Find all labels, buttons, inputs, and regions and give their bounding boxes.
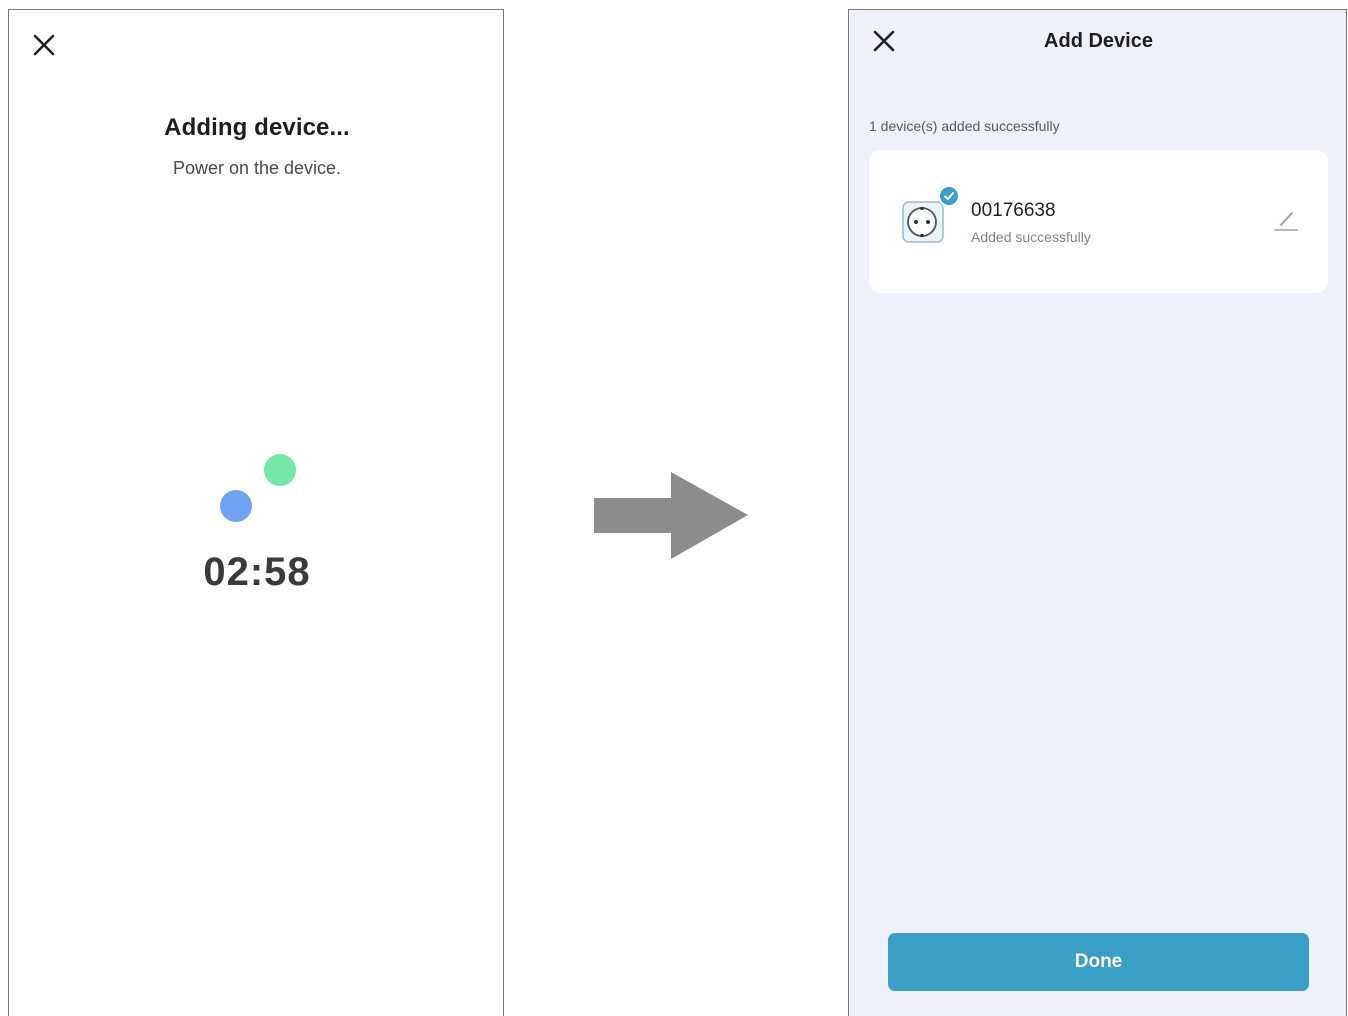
done-button[interactable]: Done [888, 933, 1309, 991]
spinner-dot-green [264, 454, 296, 486]
close-icon[interactable] [30, 31, 58, 59]
adding-device-subtitle: Power on the device. [172, 158, 342, 178]
smart-plug-icon [900, 199, 946, 245]
device-card[interactable]: 00176638 Added successfully [869, 150, 1328, 293]
page-title: Add Device [1044, 30, 1153, 52]
stage: Adding device... Power on the device. 02… [0, 0, 1348, 1016]
success-count-text: 1 device(s) added successfully [869, 118, 1060, 134]
right-arrow-icon [593, 472, 749, 565]
device-name: 00176638 [971, 200, 1056, 221]
arrow-shape [594, 472, 748, 559]
countdown-timer: 02:58 [203, 550, 311, 594]
check-icon [938, 185, 960, 207]
pencil-icon[interactable] [1273, 208, 1299, 234]
add-device-screen: Add Device 1 device(s) added successfull… [848, 9, 1347, 1016]
spinner-dot-blue [220, 490, 252, 522]
adding-device-title: Adding device... [164, 114, 350, 141]
device-status: Added successfully [971, 229, 1091, 245]
adding-device-screen: Adding device... Power on the device. 02… [8, 9, 504, 1016]
